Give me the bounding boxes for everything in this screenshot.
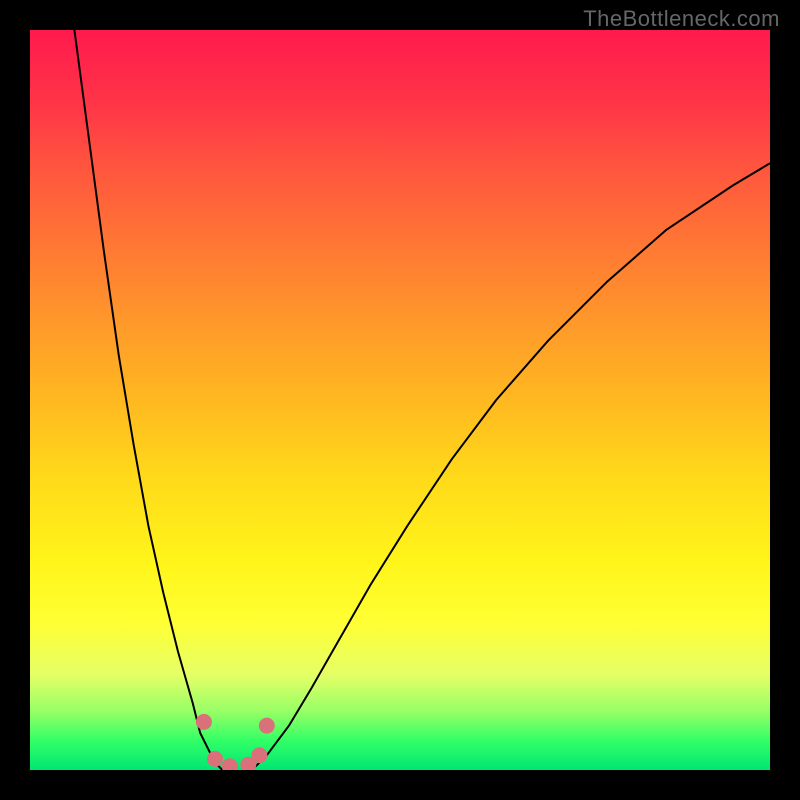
left-curve: [74, 30, 222, 770]
plot-area: [30, 30, 770, 770]
marker-dot: [196, 714, 212, 730]
marker-dot: [251, 747, 267, 763]
marker-dot: [207, 751, 223, 767]
curve-svg: [30, 30, 770, 770]
chart-container: TheBottleneck.com: [0, 0, 800, 800]
threshold-markers: [196, 714, 275, 770]
watermark-text: TheBottleneck.com: [583, 6, 780, 32]
right-curve: [252, 163, 770, 770]
marker-dot: [259, 718, 275, 734]
marker-dot: [222, 758, 238, 770]
